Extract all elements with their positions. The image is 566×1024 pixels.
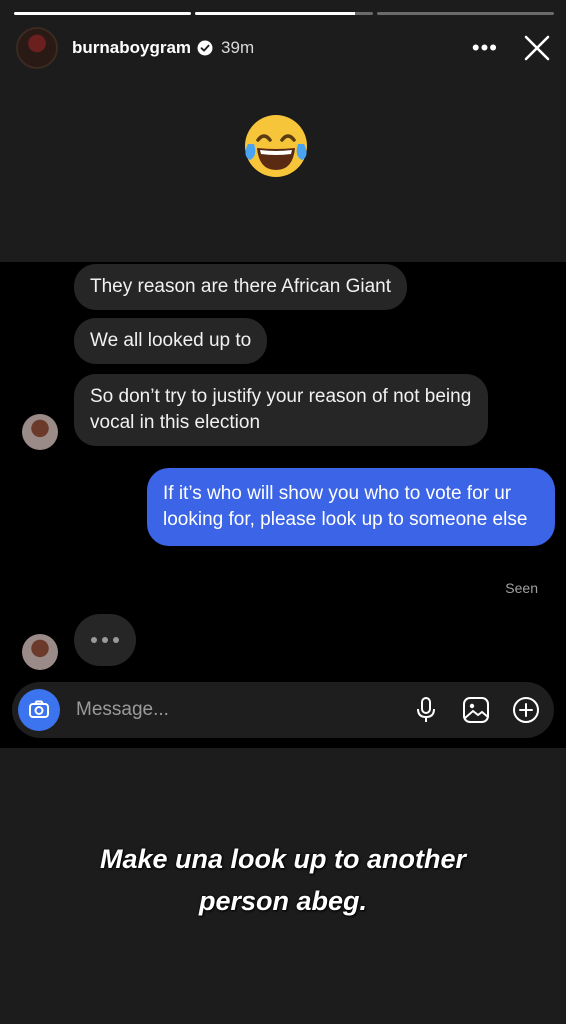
progress-segment [376,12,554,15]
camera-icon [29,700,49,718]
outgoing-message: If it’s who will show you who to vote fo… [147,468,555,546]
avatar [22,634,58,670]
story-header: burnaboygram 39m ••• [16,26,552,70]
typing-indicator [74,614,136,666]
gallery-button[interactable] [462,696,490,724]
progress-segment [195,12,373,15]
verified-badge-icon [197,40,213,56]
caption-line: Make una look up to another [99,844,467,874]
dm-screenshot: They reason are there African Giant We a… [0,262,566,748]
more-options-icon[interactable]: ••• [472,37,498,59]
incoming-message: We all looked up to [74,318,268,364]
message-input[interactable] [74,698,412,722]
image-icon [463,697,489,723]
post-time: 39m [221,38,255,57]
progress-segment [14,12,192,15]
add-button[interactable] [512,696,540,724]
seen-status: Seen [505,580,538,596]
incoming-message: They reason are there African Giant [74,264,407,310]
laughing-tears-emoji-icon [245,115,307,177]
avatar [22,414,58,450]
plus-circle-icon [513,697,539,723]
incoming-message: So don’t try to justify your reason of n… [74,374,488,446]
story-progress-bar [14,12,554,15]
camera-button[interactable] [18,689,60,731]
username[interactable]: burnaboygram [72,38,191,58]
story-caption: Make una look up to another person abeg. [0,838,566,922]
avatar[interactable] [16,27,58,69]
microphone-icon [417,697,435,722]
caption-line: person abeg. [198,886,368,916]
message-composer [12,682,554,738]
close-icon[interactable] [522,33,552,63]
microphone-button[interactable] [412,696,440,724]
